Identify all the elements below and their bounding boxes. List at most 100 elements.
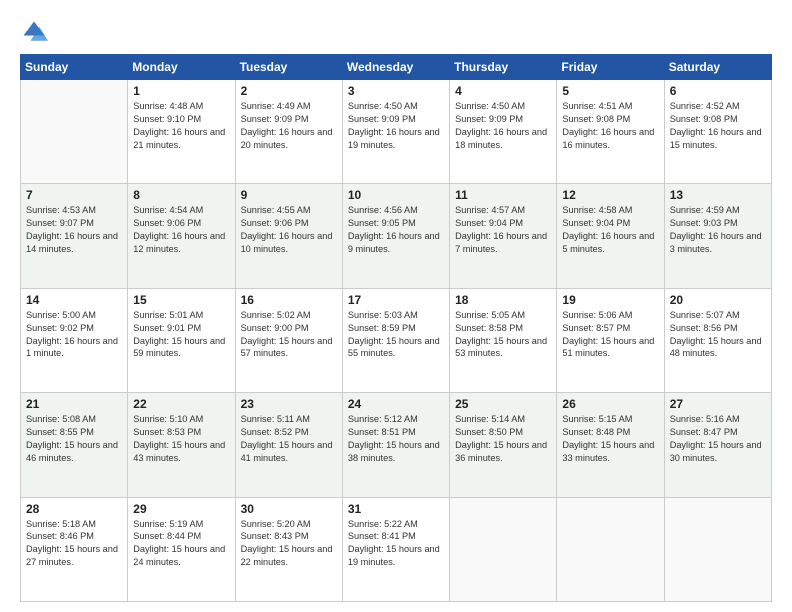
calendar-cell: 29Sunrise: 5:19 AMSunset: 8:44 PMDayligh… [128,497,235,601]
day-info: Sunrise: 4:58 AMSunset: 9:04 PMDaylight:… [562,204,658,256]
day-number: 3 [348,84,444,98]
day-number: 19 [562,293,658,307]
calendar-week-row: 21Sunrise: 5:08 AMSunset: 8:55 PMDayligh… [21,393,772,497]
calendar-cell [557,497,664,601]
day-info: Sunrise: 5:14 AMSunset: 8:50 PMDaylight:… [455,413,551,465]
day-number: 8 [133,188,229,202]
day-info: Sunrise: 5:20 AMSunset: 8:43 PMDaylight:… [241,518,337,570]
calendar-cell: 18Sunrise: 5:05 AMSunset: 8:58 PMDayligh… [450,288,557,392]
page: SundayMondayTuesdayWednesdayThursdayFrid… [0,0,792,612]
logo-icon [20,18,48,46]
weekday-header-sunday: Sunday [21,55,128,80]
calendar-cell: 12 Sunrise: 4:58 AMSunset: 9:04 PMDayligh… [557,184,664,288]
weekday-header-monday: Monday [128,55,235,80]
day-info: Sunrise: 5:18 AMSunset: 8:46 PMDaylight:… [26,518,122,570]
day-info: Sunrise: 4:52 AMSunset: 9:08 PMDaylight:… [670,100,766,152]
calendar-cell: 5 Sunrise: 4:51 AMSunset: 9:08 PMDaylight… [557,80,664,184]
day-number: 12 [562,188,658,202]
day-number: 20 [670,293,766,307]
calendar-cell: 20 Sunrise: 5:07 AMSunset: 8:56 PMDayligh… [664,288,771,392]
calendar-week-row: 14 Sunrise: 5:00 AMSunset: 9:02 PMDayligh… [21,288,772,392]
calendar-cell: 4 Sunrise: 4:50 AMSunset: 9:09 PMDaylight… [450,80,557,184]
day-number: 23 [241,397,337,411]
day-info: Sunrise: 5:06 AMSunset: 8:57 PMDaylight:… [562,309,658,361]
day-number: 4 [455,84,551,98]
weekday-header-row: SundayMondayTuesdayWednesdayThursdayFrid… [21,55,772,80]
day-info: Sunrise: 5:10 AMSunset: 8:53 PMDaylight:… [133,413,229,465]
day-info: Sunrise: 5:07 AMSunset: 8:56 PMDaylight:… [670,309,766,361]
weekday-header-saturday: Saturday [664,55,771,80]
day-number: 17 [348,293,444,307]
day-number: 26 [562,397,658,411]
calendar-cell: 11 Sunrise: 4:57 AMSunset: 9:04 PMDayligh… [450,184,557,288]
day-info: Sunrise: 5:11 AMSunset: 8:52 PMDaylight:… [241,413,337,465]
day-number: 30 [241,502,337,516]
day-info: Sunrise: 5:00 AMSunset: 9:02 PMDaylight:… [26,309,122,361]
day-number: 5 [562,84,658,98]
calendar-cell: 23 Sunrise: 5:11 AMSunset: 8:52 PMDayligh… [235,393,342,497]
calendar-cell: 25 Sunrise: 5:14 AMSunset: 8:50 PMDayligh… [450,393,557,497]
day-number: 6 [670,84,766,98]
day-info: Sunrise: 4:56 AMSunset: 9:05 PMDaylight:… [348,204,444,256]
calendar-week-row: 7 Sunrise: 4:53 AMSunset: 9:07 PMDaylight… [21,184,772,288]
calendar-cell: 24 Sunrise: 5:12 AMSunset: 8:51 PMDayligh… [342,393,449,497]
calendar-cell: 2 Sunrise: 4:49 AMSunset: 9:09 PMDaylight… [235,80,342,184]
day-number: 7 [26,188,122,202]
day-number: 31 [348,502,444,516]
calendar-cell: 19 Sunrise: 5:06 AMSunset: 8:57 PMDayligh… [557,288,664,392]
header [20,18,772,46]
calendar-cell: 6 Sunrise: 4:52 AMSunset: 9:08 PMDaylight… [664,80,771,184]
day-info: Sunrise: 4:51 AMSunset: 9:08 PMDaylight:… [562,100,658,152]
day-number: 25 [455,397,551,411]
day-info: Sunrise: 5:16 AMSunset: 8:47 PMDaylight:… [670,413,766,465]
day-info: Sunrise: 5:19 AMSunset: 8:44 PMDaylight:… [133,518,229,570]
calendar-cell: 1 Sunrise: 4:48 AMSunset: 9:10 PMDaylight… [128,80,235,184]
day-number: 11 [455,188,551,202]
day-number: 15 [133,293,229,307]
calendar-week-row: 1 Sunrise: 4:48 AMSunset: 9:10 PMDaylight… [21,80,772,184]
calendar-week-row: 28Sunrise: 5:18 AMSunset: 8:46 PMDayligh… [21,497,772,601]
day-info: Sunrise: 5:01 AMSunset: 9:01 PMDaylight:… [133,309,229,361]
day-number: 14 [26,293,122,307]
calendar-cell: 28Sunrise: 5:18 AMSunset: 8:46 PMDayligh… [21,497,128,601]
calendar-cell: 10Sunrise: 4:56 AMSunset: 9:05 PMDayligh… [342,184,449,288]
calendar-cell: 22Sunrise: 5:10 AMSunset: 8:53 PMDayligh… [128,393,235,497]
day-info: Sunrise: 4:53 AMSunset: 9:07 PMDaylight:… [26,204,122,256]
calendar-cell: 7 Sunrise: 4:53 AMSunset: 9:07 PMDaylight… [21,184,128,288]
calendar-cell: 26Sunrise: 5:15 AMSunset: 8:48 PMDayligh… [557,393,664,497]
day-info: Sunrise: 4:54 AMSunset: 9:06 PMDaylight:… [133,204,229,256]
calendar-cell: 30 Sunrise: 5:20 AMSunset: 8:43 PMDayligh… [235,497,342,601]
day-info: Sunrise: 5:02 AMSunset: 9:00 PMDaylight:… [241,309,337,361]
day-number: 13 [670,188,766,202]
calendar-cell: 13Sunrise: 4:59 AMSunset: 9:03 PMDayligh… [664,184,771,288]
calendar-cell: 14 Sunrise: 5:00 AMSunset: 9:02 PMDayligh… [21,288,128,392]
weekday-header-wednesday: Wednesday [342,55,449,80]
logo [20,18,52,46]
day-info: Sunrise: 5:05 AMSunset: 8:58 PMDaylight:… [455,309,551,361]
day-info: Sunrise: 4:49 AMSunset: 9:09 PMDaylight:… [241,100,337,152]
day-info: Sunrise: 4:50 AMSunset: 9:09 PMDaylight:… [455,100,551,152]
calendar-cell: 31 Sunrise: 5:22 AMSunset: 8:41 PMDayligh… [342,497,449,601]
day-info: Sunrise: 5:12 AMSunset: 8:51 PMDaylight:… [348,413,444,465]
day-info: Sunrise: 4:55 AMSunset: 9:06 PMDaylight:… [241,204,337,256]
day-number: 2 [241,84,337,98]
day-number: 24 [348,397,444,411]
day-info: Sunrise: 5:08 AMSunset: 8:55 PMDaylight:… [26,413,122,465]
calendar-cell: 8 Sunrise: 4:54 AMSunset: 9:06 PMDaylight… [128,184,235,288]
calendar-cell: 9Sunrise: 4:55 AMSunset: 9:06 PMDaylight… [235,184,342,288]
calendar-cell [664,497,771,601]
day-number: 16 [241,293,337,307]
weekday-header-friday: Friday [557,55,664,80]
calendar-cell: 3 Sunrise: 4:50 AMSunset: 9:09 PMDaylight… [342,80,449,184]
calendar-cell: 15 Sunrise: 5:01 AMSunset: 9:01 PMDayligh… [128,288,235,392]
day-info: Sunrise: 4:48 AMSunset: 9:10 PMDaylight:… [133,100,229,152]
day-info: Sunrise: 5:22 AMSunset: 8:41 PMDaylight:… [348,518,444,570]
day-info: Sunrise: 4:57 AMSunset: 9:04 PMDaylight:… [455,204,551,256]
day-number: 1 [133,84,229,98]
day-info: Sunrise: 4:50 AMSunset: 9:09 PMDaylight:… [348,100,444,152]
day-info: Sunrise: 5:03 AMSunset: 8:59 PMDaylight:… [348,309,444,361]
calendar-cell: 21Sunrise: 5:08 AMSunset: 8:55 PMDayligh… [21,393,128,497]
calendar-cell: 17 Sunrise: 5:03 AMSunset: 8:59 PMDayligh… [342,288,449,392]
calendar-cell [450,497,557,601]
calendar-cell: 27Sunrise: 5:16 AMSunset: 8:47 PMDayligh… [664,393,771,497]
